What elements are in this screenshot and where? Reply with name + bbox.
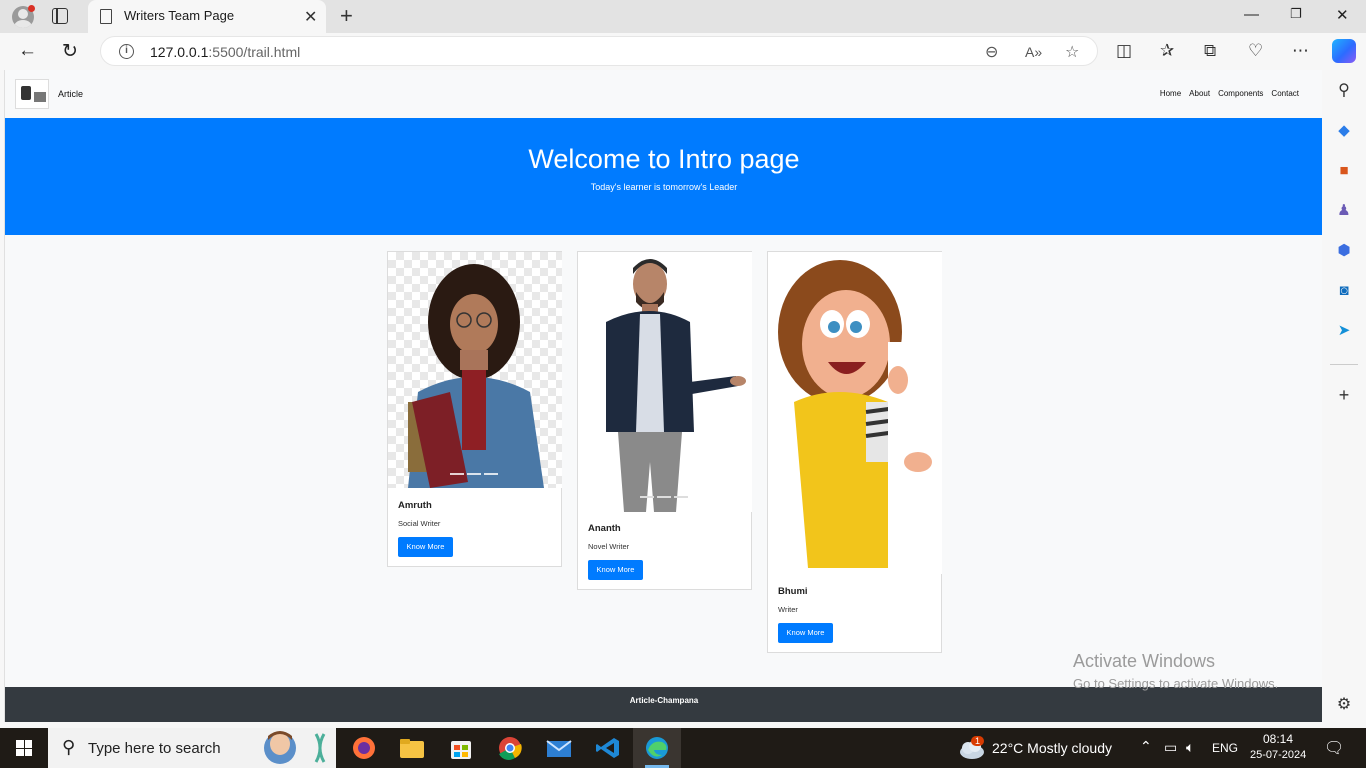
page-icon [100,9,112,24]
writer-photo [388,252,562,488]
show-hidden-icons[interactable]: ⌃ [1140,738,1152,755]
writer-role: Novel Writer [588,542,630,551]
favorites-icon[interactable]: ✰ [1160,41,1174,61]
notification-dot [28,5,35,12]
chrome-icon[interactable] [497,736,523,760]
brand-name[interactable]: Article [58,89,83,99]
nav-links: Home About Components Contact [1160,89,1299,98]
weather-text[interactable]: 22°C Mostly cloudy [992,740,1112,756]
outlook-icon[interactable]: ◙ [1335,282,1353,300]
address-bar[interactable]: i 127.0.0.1:5500/trail.html ⊖ A» ☆ [100,36,1098,66]
activation-watermark: Activate Windows Go to Settings to activ… [1073,651,1278,691]
firefox-icon[interactable] [351,736,377,760]
split-screen-icon[interactable]: ◫ [1116,41,1132,61]
clock-date[interactable]: 25-07-2024 [1250,749,1306,761]
nav-home[interactable]: Home [1160,89,1181,98]
search-placeholder: Type here to search [88,740,221,757]
search-highlight-icon [264,731,326,764]
clock-time[interactable]: 08:14 [1263,732,1293,746]
know-more-button[interactable]: Know More [398,537,453,557]
taskbar-search[interactable]: ⚲ Type here to search [48,728,336,768]
copilot-icon[interactable] [1332,39,1356,63]
search-icon: ⚲ [62,737,76,757]
tools-briefcase-icon[interactable]: ■ [1335,162,1353,180]
windows-start-icon[interactable] [16,740,32,756]
hero-title: Welcome to Intro page [528,144,800,174]
sidebar-divider [1330,364,1358,365]
windows-taskbar: ⚲ Type here to search 1 22°C Mostly clou… [0,728,1366,768]
close-tab-icon[interactable]: ✕ [304,7,317,27]
edge-sidebar: ⚲ ◆ ■ ♟ ⬢ ◙ ➤ + ⚙ [1322,70,1366,726]
writer-name: Bhumi [778,586,808,597]
browser-tab-bar: Writers Team Page ✕ + — ❐ ✕ [0,0,1366,33]
read-aloud-icon[interactable]: A» [1025,44,1042,60]
volume-icon[interactable]: 🔈︎ [1186,739,1194,756]
info-icon[interactable]: i [119,44,134,59]
meet-now-icon[interactable]: ▭ [1164,739,1177,756]
settings-gear-icon[interactable]: ⚙ [1335,696,1353,714]
url-text[interactable]: 127.0.0.1:5500/trail.html [150,44,300,60]
close-window-icon[interactable]: ✕ [1336,6,1349,24]
tab-title: Writers Team Page [124,8,235,23]
minimize-icon[interactable]: — [1244,6,1259,23]
notification-icon[interactable]: 🗨︎ [1324,738,1344,758]
writer-card: Bhumi Writer Know More [767,251,942,653]
games-icon[interactable]: ♟ [1335,202,1353,220]
collections-icon[interactable]: ⧉ [1204,41,1216,61]
mail-icon[interactable] [546,736,572,760]
more-menu-icon[interactable]: ⋯ [1292,41,1309,61]
nav-components[interactable]: Components [1218,89,1263,98]
nav-contact[interactable]: Contact [1271,89,1299,98]
carousel-indicators[interactable] [450,473,498,475]
site-footer: Article-Champana [5,687,1322,722]
carousel-indicators[interactable] [640,496,688,498]
add-icon[interactable]: + [1335,386,1353,404]
nav-about[interactable]: About [1189,89,1210,98]
watermark-subtitle: Go to Settings to activate Windows. [1073,676,1279,691]
shopping-tag-icon[interactable]: ◆ [1335,122,1353,140]
vscode-icon[interactable] [595,736,621,760]
writer-photo [578,252,752,512]
watermark-title: Activate Windows [1073,651,1216,671]
language-indicator[interactable]: ENG [1212,741,1238,755]
writer-name: Amruth [398,500,432,511]
new-tab-icon[interactable]: + [340,3,353,29]
know-more-button[interactable]: Know More [588,560,643,580]
favorite-star-icon[interactable]: ☆ [1065,42,1079,62]
hero-subtitle: Today's learner is tomorrow's Leader [590,182,738,192]
writer-card: Amruth Social Writer Know More [387,251,562,567]
performance-icon[interactable]: ♡ [1248,41,1263,61]
writer-role: Social Writer [398,519,441,528]
edge-taskbar-button[interactable] [633,728,681,768]
writer-photo [768,252,942,574]
weather-badge: 1 [971,736,985,746]
refresh-icon[interactable]: ↻ [62,40,78,63]
web-page: Article Home About Components Contact We… [4,70,1322,722]
microsoft-store-icon[interactable] [448,736,474,760]
writer-card: Ananth Novel Writer Know More [577,251,752,590]
send-icon[interactable]: ➤ [1335,322,1353,340]
file-explorer-icon[interactable] [399,736,425,760]
tab-actions-icon[interactable] [52,8,68,24]
hero-banner: Welcome to Intro page Today's learner is… [5,118,1322,235]
edge-icon [646,737,668,759]
know-more-button[interactable]: Know More [778,623,833,643]
writer-role: Writer [778,605,798,614]
address-toolbar: ← ↻ i 127.0.0.1:5500/trail.html ⊖ A» ☆ ◫… [0,33,1366,70]
search-icon[interactable]: ⚲ [1335,82,1353,100]
writer-name: Ananth [588,523,621,534]
back-arrow-icon[interactable]: ← [18,40,37,62]
zoom-out-icon[interactable]: ⊖ [985,42,998,62]
site-navbar: Article Home About Components Contact [5,70,1322,118]
copilot-sidebar-icon[interactable]: ⬢ [1335,242,1353,260]
brand-logo[interactable] [15,79,49,109]
browser-tab[interactable]: Writers Team Page ✕ [88,0,326,33]
restore-icon[interactable]: ❐ [1290,6,1302,22]
